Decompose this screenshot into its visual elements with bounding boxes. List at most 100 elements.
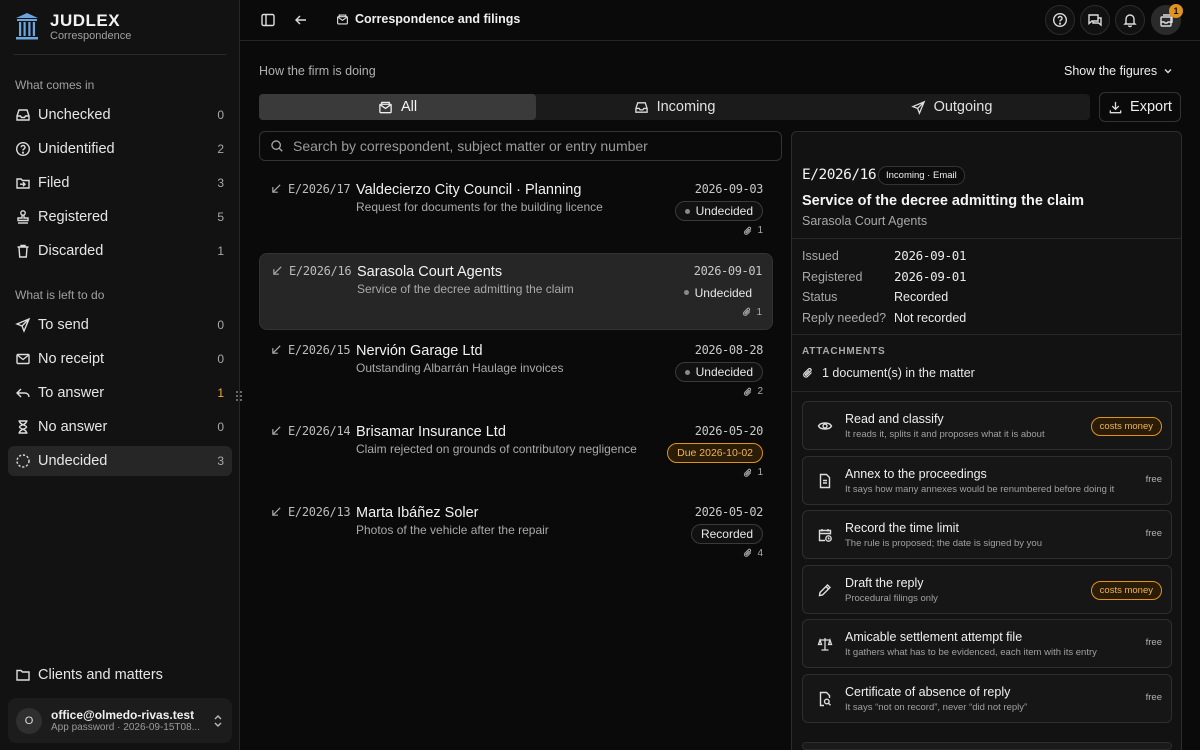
chevrons-up-down-icon bbox=[212, 713, 224, 729]
status-dot bbox=[683, 290, 689, 296]
mailbox-icon bbox=[336, 13, 349, 26]
sidebar-item-to-answer[interactable]: To answer 1 bbox=[8, 378, 232, 408]
account-switcher[interactable]: O office@olmedo-rivas.test App password … bbox=[8, 698, 232, 743]
sidebar-item-filed[interactable]: Filed 3 bbox=[8, 168, 232, 198]
breadcrumb-label: Correspondence and filings bbox=[355, 12, 521, 26]
nav-todo: To send 0 No receipt 0 To answer 1 No an… bbox=[8, 310, 232, 479]
attachment-count-value: 1 bbox=[757, 225, 763, 236]
folder-icon bbox=[15, 667, 31, 683]
account-subtitle: App password · 2026-09-15T08... bbox=[51, 722, 200, 733]
entry-ref: E/2026/17 bbox=[288, 182, 351, 196]
search-input[interactable] bbox=[293, 138, 773, 154]
field-issued: Issued 2026-09-01 bbox=[802, 248, 967, 263]
sidebar-item-label: Unchecked bbox=[38, 107, 111, 123]
action-annex-proceedings[interactable]: Annex to the proceedings It says how man… bbox=[802, 456, 1172, 505]
dashed-circle-icon bbox=[15, 453, 31, 469]
action-title: Annex to the proceedings bbox=[845, 467, 987, 481]
messages-button[interactable] bbox=[1080, 5, 1110, 35]
sidebar-item-label: Clients and matters bbox=[38, 667, 163, 683]
attachments-text: 1 document(s) in the matter bbox=[822, 366, 975, 380]
sidebar: JUDLEX Correspondence What comes in Unch… bbox=[0, 0, 240, 750]
entry-ref: E/2026/15 bbox=[288, 343, 351, 358]
paperclip-icon bbox=[743, 548, 753, 558]
back-arrow-icon[interactable] bbox=[292, 11, 310, 29]
tab-incoming[interactable]: Incoming bbox=[536, 94, 813, 120]
divider bbox=[14, 54, 226, 55]
inbox-tray-button[interactable]: 1 bbox=[1151, 4, 1183, 35]
brand-title: JUDLEX bbox=[50, 11, 121, 30]
sidebar-item-count: 0 bbox=[217, 108, 224, 122]
detail-title: Service of the decree admitting the clai… bbox=[802, 193, 1085, 209]
list-item[interactable]: E/2026/14 Brisamar Insurance Ltd Claim r… bbox=[259, 414, 773, 491]
action-settlement-file[interactable]: Amicable settlement attempt file It gath… bbox=[802, 619, 1172, 668]
brand[interactable]: JUDLEX Correspondence bbox=[14, 12, 131, 42]
action-title: Record the time limit bbox=[845, 521, 959, 535]
notifications-button[interactable] bbox=[1115, 5, 1145, 35]
entry-subject: Photos of the vehicle after the repair bbox=[356, 522, 549, 537]
list-item[interactable]: E/2026/15 Nervión Garage Ltd Outstanding… bbox=[259, 333, 773, 410]
field-key: Reply needed? bbox=[802, 311, 887, 325]
field-value: 2026-09-01 bbox=[894, 269, 967, 284]
attachments-heading: ATTACHMENTS bbox=[802, 346, 886, 357]
attachment-count-value: 2 bbox=[757, 386, 763, 398]
hourglass-icon bbox=[15, 419, 31, 435]
clients-section: Clients and matters bbox=[8, 660, 232, 694]
resize-handle-icon[interactable] bbox=[235, 389, 243, 403]
toggle-sidebar-icon[interactable] bbox=[259, 11, 277, 29]
notification-badge: 1 bbox=[1169, 4, 1183, 18]
field-status: Status Recorded bbox=[802, 290, 948, 304]
attachment-count: 1 bbox=[743, 467, 763, 478]
price-label: free bbox=[1145, 692, 1162, 703]
trash-icon bbox=[15, 243, 31, 259]
tab-all[interactable]: All bbox=[259, 94, 536, 120]
action-draft-reply[interactable]: Draft the reply Procedural filings only … bbox=[802, 565, 1172, 614]
list-item-selected[interactable]: E/2026/16 Sarasola Court Agents Service … bbox=[259, 252, 773, 330]
price-label: free bbox=[1145, 474, 1162, 485]
action-read-and-classify[interactable]: Read and classify It reads it, splits it… bbox=[802, 401, 1172, 450]
sidebar-item-label: Filed bbox=[38, 174, 70, 191]
account-email: office@olmedo-rivas.test bbox=[51, 708, 195, 722]
list-item[interactable]: E/2026/17 Valdecierzo City Council · Pla… bbox=[259, 172, 773, 249]
attachment-count: 2 bbox=[743, 386, 763, 397]
paperclip-icon bbox=[743, 468, 753, 478]
show-figures-toggle[interactable]: Show the figures bbox=[1064, 64, 1173, 78]
sidebar-item-to-send[interactable]: To send 0 bbox=[8, 310, 232, 340]
sidebar-item-clients[interactable]: Clients and matters bbox=[8, 660, 232, 690]
sidebar-item-count: 0 bbox=[217, 351, 224, 366]
app-root: JUDLEX Correspondence What comes in Unch… bbox=[0, 0, 1200, 750]
attachments-line[interactable]: 1 document(s) in the matter bbox=[802, 366, 975, 380]
search-icon bbox=[270, 139, 284, 153]
action-description: It says “not on record”, never “did not … bbox=[845, 702, 1028, 713]
direction-tabs: All Incoming Outgoing bbox=[259, 94, 1090, 120]
status-dot bbox=[684, 208, 690, 214]
show-figures-label: Show the figures bbox=[1064, 64, 1158, 78]
mail-icon bbox=[15, 351, 31, 367]
sidebar-item-unchecked[interactable]: Unchecked 0 bbox=[8, 100, 232, 130]
action-record-time-limit[interactable]: Record the time limit The rule is propos… bbox=[802, 510, 1172, 559]
entry-correspondent: Nervión Garage Ltd bbox=[356, 343, 483, 360]
help-button[interactable] bbox=[1045, 5, 1075, 35]
eye-icon bbox=[817, 418, 833, 434]
action-certificate-no-reply[interactable]: Certificate of absence of reply It says … bbox=[802, 674, 1172, 723]
sidebar-item-unidentified[interactable]: Unidentified 2 bbox=[8, 134, 232, 164]
paperclip-icon bbox=[802, 367, 814, 379]
sidebar-item-label: Undecided bbox=[38, 452, 108, 469]
sidebar-item-discarded[interactable]: Discarded 1 bbox=[8, 236, 232, 266]
sidebar-item-registered[interactable]: Registered 5 bbox=[8, 202, 232, 232]
sidebar-item-no-receipt[interactable]: No receipt 0 bbox=[8, 344, 232, 374]
export-button[interactable]: Export bbox=[1099, 92, 1181, 122]
question-circle-icon bbox=[15, 141, 31, 157]
entry-date: 2026-05-20 bbox=[694, 424, 764, 439]
tab-outgoing[interactable]: Outgoing bbox=[813, 94, 1090, 120]
sidebar-item-undecided[interactable]: Undecided 3 bbox=[8, 445, 232, 476]
entry-date: 2026-08-28 bbox=[694, 343, 764, 358]
entry-ref: E/2026/13 bbox=[288, 504, 351, 519]
entry-correspondent: Sarasola Court Agents bbox=[357, 263, 503, 280]
sidebar-item-no-answer[interactable]: No answer 0 bbox=[8, 412, 232, 442]
list-item[interactable]: E/2026/13 Marta Ibáñez Soler Photos of t… bbox=[259, 495, 773, 572]
scales-icon bbox=[817, 636, 833, 652]
calendar-clock-icon bbox=[817, 527, 833, 543]
status-badge: Undecided bbox=[674, 283, 762, 303]
action-description: It gathers what has to be evidenced, eac… bbox=[845, 647, 1097, 658]
sidebar-item-count: 1 bbox=[217, 243, 224, 258]
